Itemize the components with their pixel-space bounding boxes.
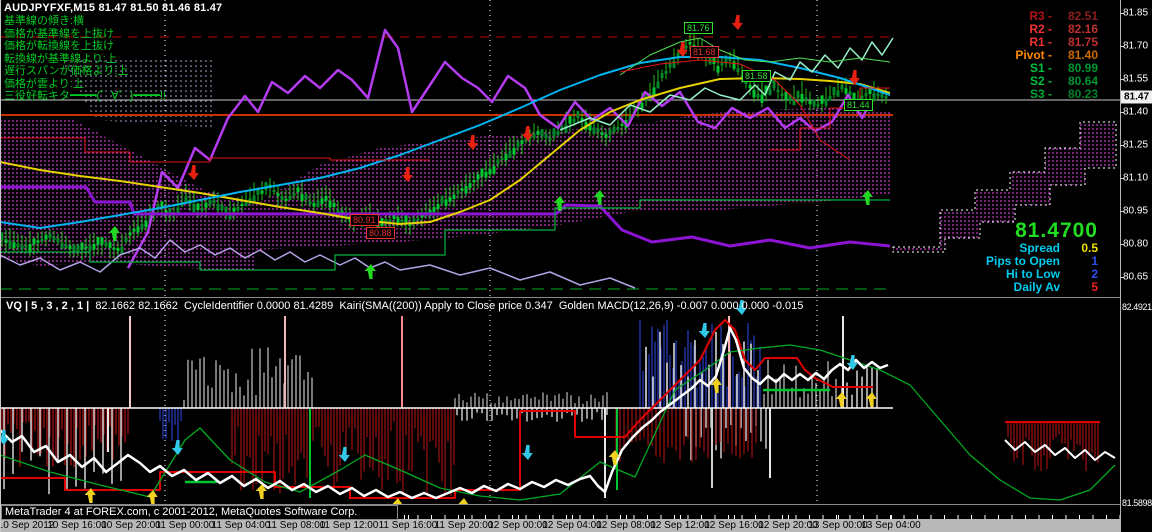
signal-down-arrow [732, 15, 743, 30]
indicator-subchart[interactable] [0, 300, 1120, 505]
price-tick-label: 81.55 [1123, 74, 1148, 85]
time-label: 11 Sep 08:00 [267, 519, 326, 532]
time-label: 11 Sep 12:00 [320, 519, 379, 532]
signal-line: 価格が基準線を上抜け [4, 28, 166, 41]
quote-row: Daily Av5 [986, 281, 1098, 294]
pivot-row: S3 -80.23 [980, 88, 1098, 101]
pivot-levels-panel: R3 -82.51R2 -82.16R1 -81.75Pivot -81.40S… [980, 10, 1098, 101]
time-label: 11 Sep 16:00 [379, 519, 438, 532]
price-tick-label: 81.10 [1123, 173, 1148, 184]
signal-line: 三役好転キタ━━━━(゜∀゜)━━━━!! [4, 90, 166, 103]
price-tick-label: 81.70 [1123, 41, 1148, 52]
price-tick-label: 80.80 [1123, 239, 1148, 250]
symbol-ohlc-readout: AUDJPYFXF,M15 81.47 81.50 81.46 81.47 [4, 2, 222, 14]
time-label: 10 Sep 2012 [0, 519, 54, 532]
signal-line: 遅行スパンが価格より:上 [4, 65, 166, 78]
ichimoku-cloud [640, 108, 890, 212]
alert-price-label: 81.76 [684, 22, 713, 34]
ichimoku-signal-text: 基準線の傾き:横価格が基準線を上抜け価格が転換線を上抜け転換線が基準線より:上遅… [4, 15, 166, 103]
vq-white [0, 328, 888, 498]
time-label: 12 Sep 12:00 [650, 519, 710, 532]
signal-line: 転換線が基準線より:上 [4, 53, 166, 66]
status-text: MetaTrader 4 at FOREX.com, c 2001-2012, … [5, 506, 357, 518]
time-label: 10 Sep 20:00 [101, 519, 161, 532]
indicator-header: VQ | 5 , 3 , 2 , 1 | 82.1662 82.1662 Cyc… [6, 300, 803, 312]
price-tick-label: 80.65 [1123, 272, 1148, 283]
signal-line: 価格が雲より:上 [4, 78, 166, 91]
time-label: 12 Sep 04:00 [542, 519, 602, 532]
time-label: 13 Sep 04:00 [861, 519, 921, 532]
alert-price-label: 81.44 [844, 99, 873, 111]
indicator-title: VQ | 5 , 3 , 2 , 1 | [6, 300, 89, 312]
time-label: 10 Sep 16:00 [47, 519, 107, 532]
time-label: 12 Sep 08:00 [596, 519, 656, 532]
current-price-readout: 81.4700 [986, 220, 1098, 242]
indicator-scale-label: 82.4921 [1122, 302, 1152, 312]
signal-line: 基準線の傾き:横 [4, 15, 166, 28]
time-label: 13 Sep 00:00 [808, 519, 868, 532]
time-label: 11 Sep 00:00 [156, 519, 215, 532]
green-signal [0, 345, 1115, 500]
main-price-chart[interactable] [0, 0, 1120, 297]
quote-label: Daily Av [1014, 281, 1060, 294]
status-bar: MetaTrader 4 at FOREX.com, c 2001-2012, … [1, 505, 398, 520]
price-tick-label: 81.40 [1123, 107, 1148, 118]
signal-down-arrow [522, 445, 533, 460]
time-label: 11 Sep 20:00 [435, 519, 494, 532]
time-label: 11 Sep 04:00 [212, 519, 271, 532]
alert-price-label: 80.91 [350, 214, 379, 226]
signal-down-arrow [699, 323, 710, 338]
ichimoku-cloud [255, 124, 640, 250]
alert-price-label: 81.68 [690, 46, 719, 58]
indicator-scale-label: 81.5898 [1122, 498, 1152, 508]
price-tick-label: 81.25 [1123, 140, 1148, 151]
panel-splitter[interactable] [0, 297, 1152, 298]
price-tick-label: 81.85 [1123, 8, 1148, 19]
signal-up-arrow [147, 490, 158, 505]
time-label: 12 Sep 00:00 [488, 519, 548, 532]
signal-up-arrow [836, 392, 847, 407]
alert-price-label: 81.58 [742, 70, 771, 82]
pivot-name: S3 - [980, 88, 1052, 101]
signal-line: 価格が転換線を上抜け [4, 40, 166, 53]
alert-price-label: 80.88 [366, 227, 395, 239]
signal-down-arrow [188, 165, 199, 180]
pivot-value: 80.23 [1052, 88, 1098, 101]
indicator-values: 82.1662 82.1662 CycleIdentifier 0.0000 8… [89, 300, 803, 312]
quote-panel: 81.4700 Spread0.5Pips to Open1Hi to Low2… [986, 220, 1098, 294]
time-label: 12 Sep 16:00 [704, 519, 764, 532]
quote-value: 5 [1060, 281, 1098, 294]
price-tick-label: 80.95 [1123, 206, 1148, 217]
mt4-window: AUDJPYFXF,M15 81.47 81.50 81.46 81.47 基準… [0, 0, 1152, 532]
price-axis[interactable]: 81.85 81.70 81.55 81.40 81.25 81.10 80.95 80.80… [1120, 0, 1152, 532]
time-axis[interactable]: 10 Sep 201210 Sep 16:0010 Sep 20:0011 Se… [0, 519, 1120, 532]
current-price-box: 81.47 [1121, 91, 1152, 104]
